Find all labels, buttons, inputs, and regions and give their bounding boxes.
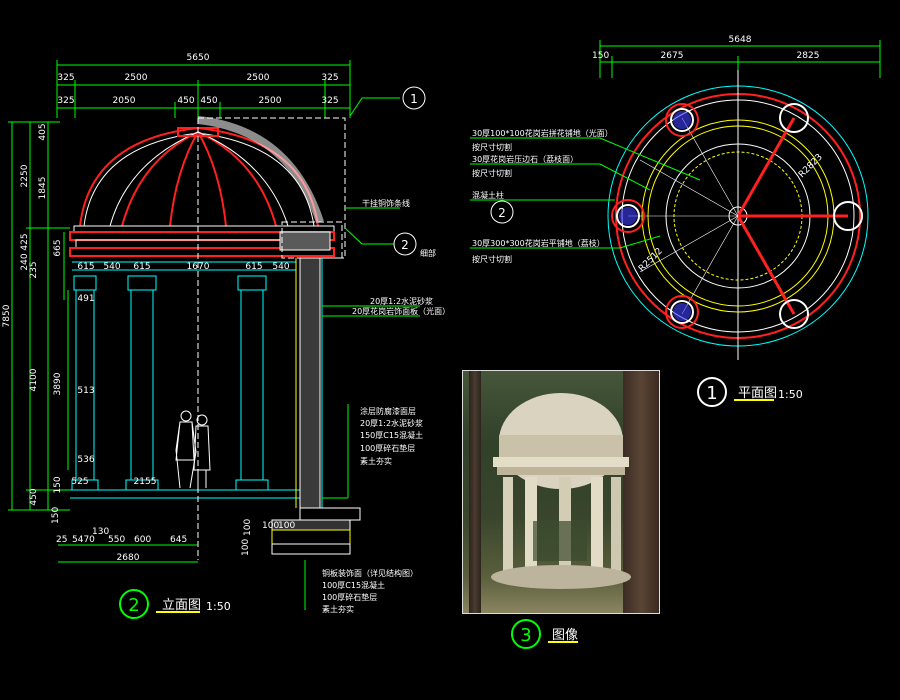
plan-label-6: 30厚300*300花岗岩平铺地（荔枝）	[472, 238, 605, 248]
elevation-columns	[70, 275, 300, 499]
bdim-6: 645	[170, 535, 187, 545]
photo-gazebo-illustration	[491, 393, 631, 589]
elev-cdim-5: 615	[245, 262, 262, 272]
plan-callout: 2	[490, 200, 514, 224]
base-dim-5: 100	[241, 539, 251, 556]
elev-ldim-2250: 2250	[20, 164, 30, 187]
elevation-dome	[79, 116, 324, 227]
elevation-section-outline	[197, 117, 346, 560]
plan-dim-1: 150	[592, 51, 609, 61]
cad-drawing-canvas: 5650 325 2500 2500 325 325 2050 450 450 …	[2, 35, 881, 649]
elev-coldim-491: 491	[77, 294, 94, 304]
elev-title: 立面图	[162, 598, 201, 613]
elev-coldim-525: 525	[71, 477, 88, 487]
elev-dim-r2-c: 450	[177, 96, 194, 106]
elev-dim-r2-a: 325	[57, 96, 74, 106]
photo-title: 3 图像	[511, 619, 578, 649]
elev-dim-total: 5650	[187, 53, 210, 63]
elev-dim-r2-f: 325	[321, 96, 338, 106]
elev-ldim-3890: 3890	[53, 372, 63, 395]
plan-drawing: 5648 150 2675 2825 R2823 R2512 30厚100*10…	[470, 35, 881, 407]
callout-detail-2: 2 细部	[344, 227, 436, 258]
elev-dim-r2-d: 450	[200, 96, 217, 106]
note-base-2: 100厚C15混凝土	[322, 580, 385, 590]
elev-title-num: 2	[128, 595, 139, 616]
plan-scale: 1:50	[778, 388, 803, 401]
plan-label-2: 按尺寸切割	[472, 142, 512, 152]
elev-ldim-665: 665	[53, 239, 63, 256]
elev-ldim-150: 150	[53, 476, 63, 493]
base-dim-2: 100	[278, 521, 295, 531]
note-base-4: 素土夯实	[322, 604, 354, 614]
photo-title-num: 3	[520, 625, 531, 646]
plan-title-text: 平面图	[738, 386, 777, 401]
bdim-1: 25	[56, 535, 67, 545]
plan-title: 1 平面图 1:50	[697, 377, 803, 407]
callout-detail-2-label: 细部	[420, 248, 436, 258]
note-mid-2: 20厚花岗岩饰面板（光面）	[352, 306, 450, 316]
base-dim-1: 100	[262, 521, 279, 531]
elev-ldim-425: 425	[20, 233, 30, 250]
elev-dim-r1-a: 325	[57, 73, 74, 83]
note-low-4: 100厚碎石垫层	[360, 443, 415, 453]
plan-label-3: 30厚花岗岩压边石（荔枝面）	[472, 154, 578, 164]
callout-detail-1-num: 1	[410, 92, 418, 106]
note-base-1: 铜板装饰面（详见结构图）	[322, 568, 418, 578]
elev-ldim-450: 450	[29, 488, 39, 505]
elev-ldim-7850: 7850	[2, 304, 12, 327]
elev-dim-r1-c: 2500	[247, 73, 270, 83]
elev-coldim-513: 513	[77, 386, 94, 396]
elev-dim-r1-b: 2500	[125, 73, 148, 83]
elev-cdim-1: 615	[77, 262, 94, 272]
plan-label-4: 按尺寸切割	[472, 168, 512, 178]
base-dim-3: 100	[243, 519, 253, 536]
elev-cdim-6: 540	[272, 262, 289, 272]
elevation-top-dimensions	[56, 60, 351, 118]
plan-dimensions	[599, 40, 881, 78]
elev-coldim-536: 536	[77, 455, 94, 465]
bdim-5: 600	[134, 535, 151, 545]
bdim-3: 130	[92, 527, 109, 537]
base-dim-4: 150	[51, 507, 61, 524]
elev-cdim-2: 540	[103, 262, 120, 272]
plan-label-5: 混凝土柱	[472, 190, 504, 200]
note-low-2: 20厚1:2水泥砂浆	[360, 418, 423, 428]
elevation-drawing: 5650 325 2500 2500 325 325 2050 450 450 …	[2, 53, 450, 619]
elev-ldim-235: 235	[29, 261, 39, 278]
elev-ldim-4100: 4100	[29, 368, 39, 391]
elev-ldim-405: 405	[38, 123, 48, 140]
gazebo-photo	[462, 370, 660, 614]
note-low-1: 涂层防腐漆面层	[360, 406, 416, 416]
plan-label-1: 30厚100*100花岗岩拼花铺地（光面）	[472, 128, 613, 138]
elev-scale: 1:50	[206, 600, 231, 613]
plan-dim-3: 2825	[797, 51, 820, 61]
callout-detail-1: 1	[349, 86, 426, 117]
elevation-title: 2 立面图 1:50	[119, 589, 231, 619]
bdim-7: 2680	[117, 553, 140, 563]
human-figures	[175, 410, 211, 489]
elev-dim-r1-d: 325	[321, 73, 338, 83]
elev-ldim-1845: 1845	[38, 177, 48, 200]
note-mid-1: 20厚1:2水泥砂浆	[370, 296, 433, 306]
elevation-wall-section	[271, 257, 361, 555]
label-cap-ornament: 干挂铜饰条线	[362, 198, 410, 208]
elev-dim-r2-b: 2050	[113, 96, 136, 106]
note-base-3: 100厚碎石垫层	[322, 592, 377, 602]
elev-dim-r2-e: 2500	[259, 96, 282, 106]
callout-detail-2-num: 2	[401, 238, 409, 252]
plan-dim-total: 5648	[729, 35, 752, 45]
note-low-5: 素土夯实	[360, 456, 392, 466]
elev-cdim-3: 615	[133, 262, 150, 272]
photo-title-text: 图像	[552, 628, 578, 643]
plan-title-num: 1	[706, 383, 717, 404]
note-low-3: 150厚C15混凝土	[360, 430, 423, 440]
elev-coldim-2155: 2155	[134, 477, 157, 487]
bdim-4: 550	[108, 535, 125, 545]
plan-label-7: 按尺寸切割	[472, 254, 512, 264]
plan-dim-2: 2675	[661, 51, 684, 61]
plan-callout-num: 2	[498, 206, 506, 220]
